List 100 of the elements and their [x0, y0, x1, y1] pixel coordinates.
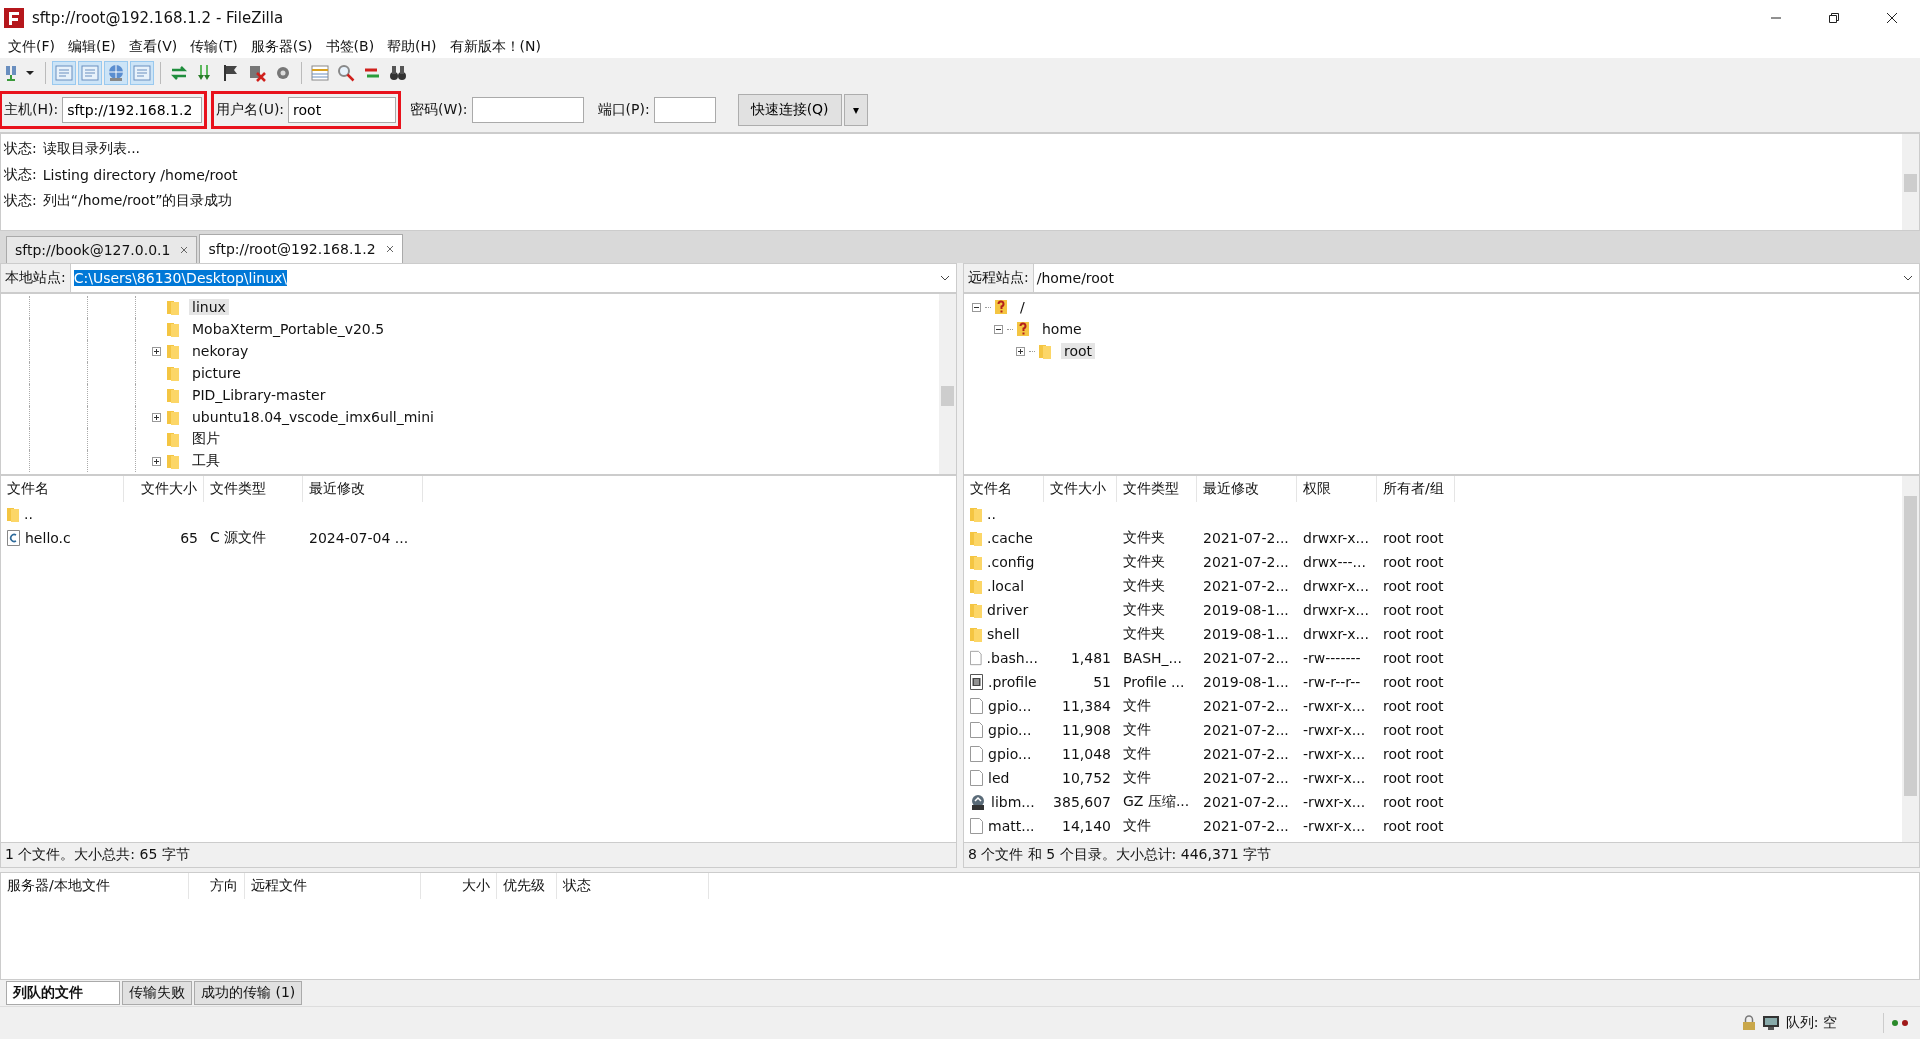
scrollbar[interactable] — [1902, 134, 1919, 230]
tree-item[interactable]: ubuntu18.04_vscode_imx6ull_mini — [189, 409, 437, 425]
table-cell: 文件 — [1123, 697, 1151, 715]
collapse-icon[interactable] — [972, 302, 981, 312]
tree-item[interactable]: linux — [189, 299, 229, 315]
table-cell: -rwxr-x... — [1303, 746, 1366, 762]
table-cell: root root — [1383, 746, 1444, 762]
folder-icon — [167, 299, 179, 315]
table-cell: 2021-07-2... — [1203, 698, 1289, 714]
expand-icon[interactable] — [1016, 346, 1025, 356]
table-cell: .config — [987, 554, 1035, 570]
table-cell: 2019-08-1... — [1203, 626, 1289, 642]
folder-icon — [167, 453, 179, 469]
table-cell: root root — [1383, 698, 1444, 714]
column-header[interactable]: 文件类型 — [1117, 476, 1197, 502]
column-header[interactable]: 最近修改 — [303, 476, 423, 502]
input-field[interactable]: sftp://192.168.1.2 — [62, 97, 203, 123]
table-cell: root root — [1383, 794, 1444, 810]
tree-item[interactable]: MobaXterm_Portable_v20.5 — [189, 321, 388, 337]
table-cell: 文件夹 — [1123, 625, 1165, 643]
table-cell: 2019-08-1... — [1203, 602, 1289, 618]
table-cell: .. — [24, 506, 33, 522]
menu-item[interactable]: 服务器(S) — [250, 38, 313, 56]
column-header[interactable]: 所有者/组 — [1377, 476, 1455, 502]
menu-item[interactable]: 帮助(H) — [387, 38, 437, 56]
expand-icon[interactable] — [151, 412, 161, 422]
expand-icon[interactable] — [151, 346, 161, 356]
archive-icon — [970, 794, 986, 810]
column-header[interactable]: 文件大小 — [124, 476, 204, 502]
table-cell: 14,140 — [1062, 818, 1111, 834]
input-field[interactable]: root — [288, 97, 397, 123]
table-cell: gpio... — [988, 746, 1032, 762]
table-cell: 文件夹 — [1123, 601, 1165, 619]
tree-item[interactable]: 图片 — [189, 430, 223, 448]
restore-icon[interactable] — [1828, 12, 1840, 24]
column-header[interactable]: 大小 — [421, 873, 497, 899]
log-message: Listing directory /home/root — [42, 167, 238, 183]
column-header[interactable]: 权限 — [1297, 476, 1377, 502]
table-cell: .bash... — [986, 650, 1038, 666]
table-cell: root root — [1383, 722, 1444, 738]
column-header[interactable]: 文件大小 — [1044, 476, 1117, 502]
table-cell: .. — [987, 506, 996, 522]
folder-icon — [7, 506, 19, 522]
collapse-icon[interactable] — [994, 324, 1003, 334]
connection-tab[interactable]: sftp://book@127.0.0.1 — [6, 236, 198, 263]
table-cell: drwxr-x... — [1303, 578, 1369, 594]
column-header[interactable]: 文件名 — [1, 476, 124, 502]
scrollbar[interactable] — [1902, 476, 1919, 842]
question-mark-icon — [1017, 321, 1029, 337]
connection-tab[interactable]: sftp://root@192.168.1.2 — [199, 234, 403, 263]
folder-icon — [167, 409, 179, 425]
table-cell: C 源文件 — [210, 529, 267, 547]
tree-item[interactable]: root — [1061, 343, 1096, 359]
tree-item[interactable]: nekoray — [189, 343, 252, 359]
queue-tab[interactable]: 传输失败 — [122, 981, 192, 1005]
expand-icon[interactable] — [151, 456, 161, 466]
tree-item[interactable]: PID_Library-master — [189, 387, 329, 403]
app-logo-icon — [4, 8, 24, 28]
column-header[interactable]: 远程文件 — [245, 873, 421, 899]
queue-tab[interactable]: 成功的传输 (1) — [194, 981, 303, 1005]
table-cell: root root — [1383, 602, 1444, 618]
column-header[interactable]: 优先级 — [497, 873, 557, 899]
input-field[interactable] — [653, 97, 716, 123]
tree-item[interactable]: / — [1017, 299, 1028, 315]
menu-item[interactable]: 传输(T) — [190, 38, 238, 56]
table-cell: -rw-r--r-- — [1303, 674, 1361, 690]
column-header[interactable]: 文件名 — [964, 476, 1044, 502]
column-header[interactable]: 文件类型 — [204, 476, 303, 502]
menu-item[interactable]: 有新版本！(N) — [449, 38, 541, 56]
file-icon — [970, 770, 983, 786]
table-cell: .profile — [988, 674, 1037, 690]
menu-item[interactable]: 编辑(E) — [68, 38, 116, 56]
scrollbar[interactable] — [939, 294, 956, 474]
tree-item[interactable]: 工具 — [189, 452, 223, 470]
tree-item[interactable]: picture — [189, 365, 244, 381]
table-cell: -rwxr-x... — [1303, 698, 1366, 714]
search-icon[interactable] — [335, 62, 357, 84]
queue-tab[interactable]: 列队的文件 — [6, 981, 120, 1005]
log-prefix: 状态: — [4, 166, 37, 184]
menu-item[interactable]: 文件(F) — [8, 38, 55, 56]
column-header[interactable]: 最近修改 — [1197, 476, 1297, 502]
table-cell: root root — [1383, 554, 1444, 570]
column-header[interactable]: 服务器/本地文件 — [1, 873, 189, 899]
menu-item[interactable]: 书签(B) — [325, 38, 375, 56]
tree-item[interactable]: home — [1039, 321, 1085, 337]
dropdown-button[interactable]: ▾ — [843, 94, 868, 126]
table-cell: libm... — [991, 794, 1035, 810]
table-cell: BASH_... — [1123, 650, 1182, 666]
column-header[interactable]: 状态 — [557, 873, 709, 899]
menu-item[interactable]: 查看(V) — [128, 38, 178, 56]
quickconnect-button[interactable]: 快速连接(Q) — [737, 94, 842, 126]
file-icon — [970, 746, 983, 762]
table-cell: drwxr-x... — [1303, 602, 1369, 618]
table-cell: root root — [1383, 770, 1444, 786]
table-cell: 65 — [180, 530, 198, 546]
field-label: 端口(P): — [597, 101, 650, 119]
globe-icon[interactable] — [105, 62, 127, 84]
column-header[interactable]: 方向 — [189, 873, 245, 899]
input-field[interactable] — [471, 97, 584, 123]
close-icon[interactable] — [1886, 12, 1898, 24]
